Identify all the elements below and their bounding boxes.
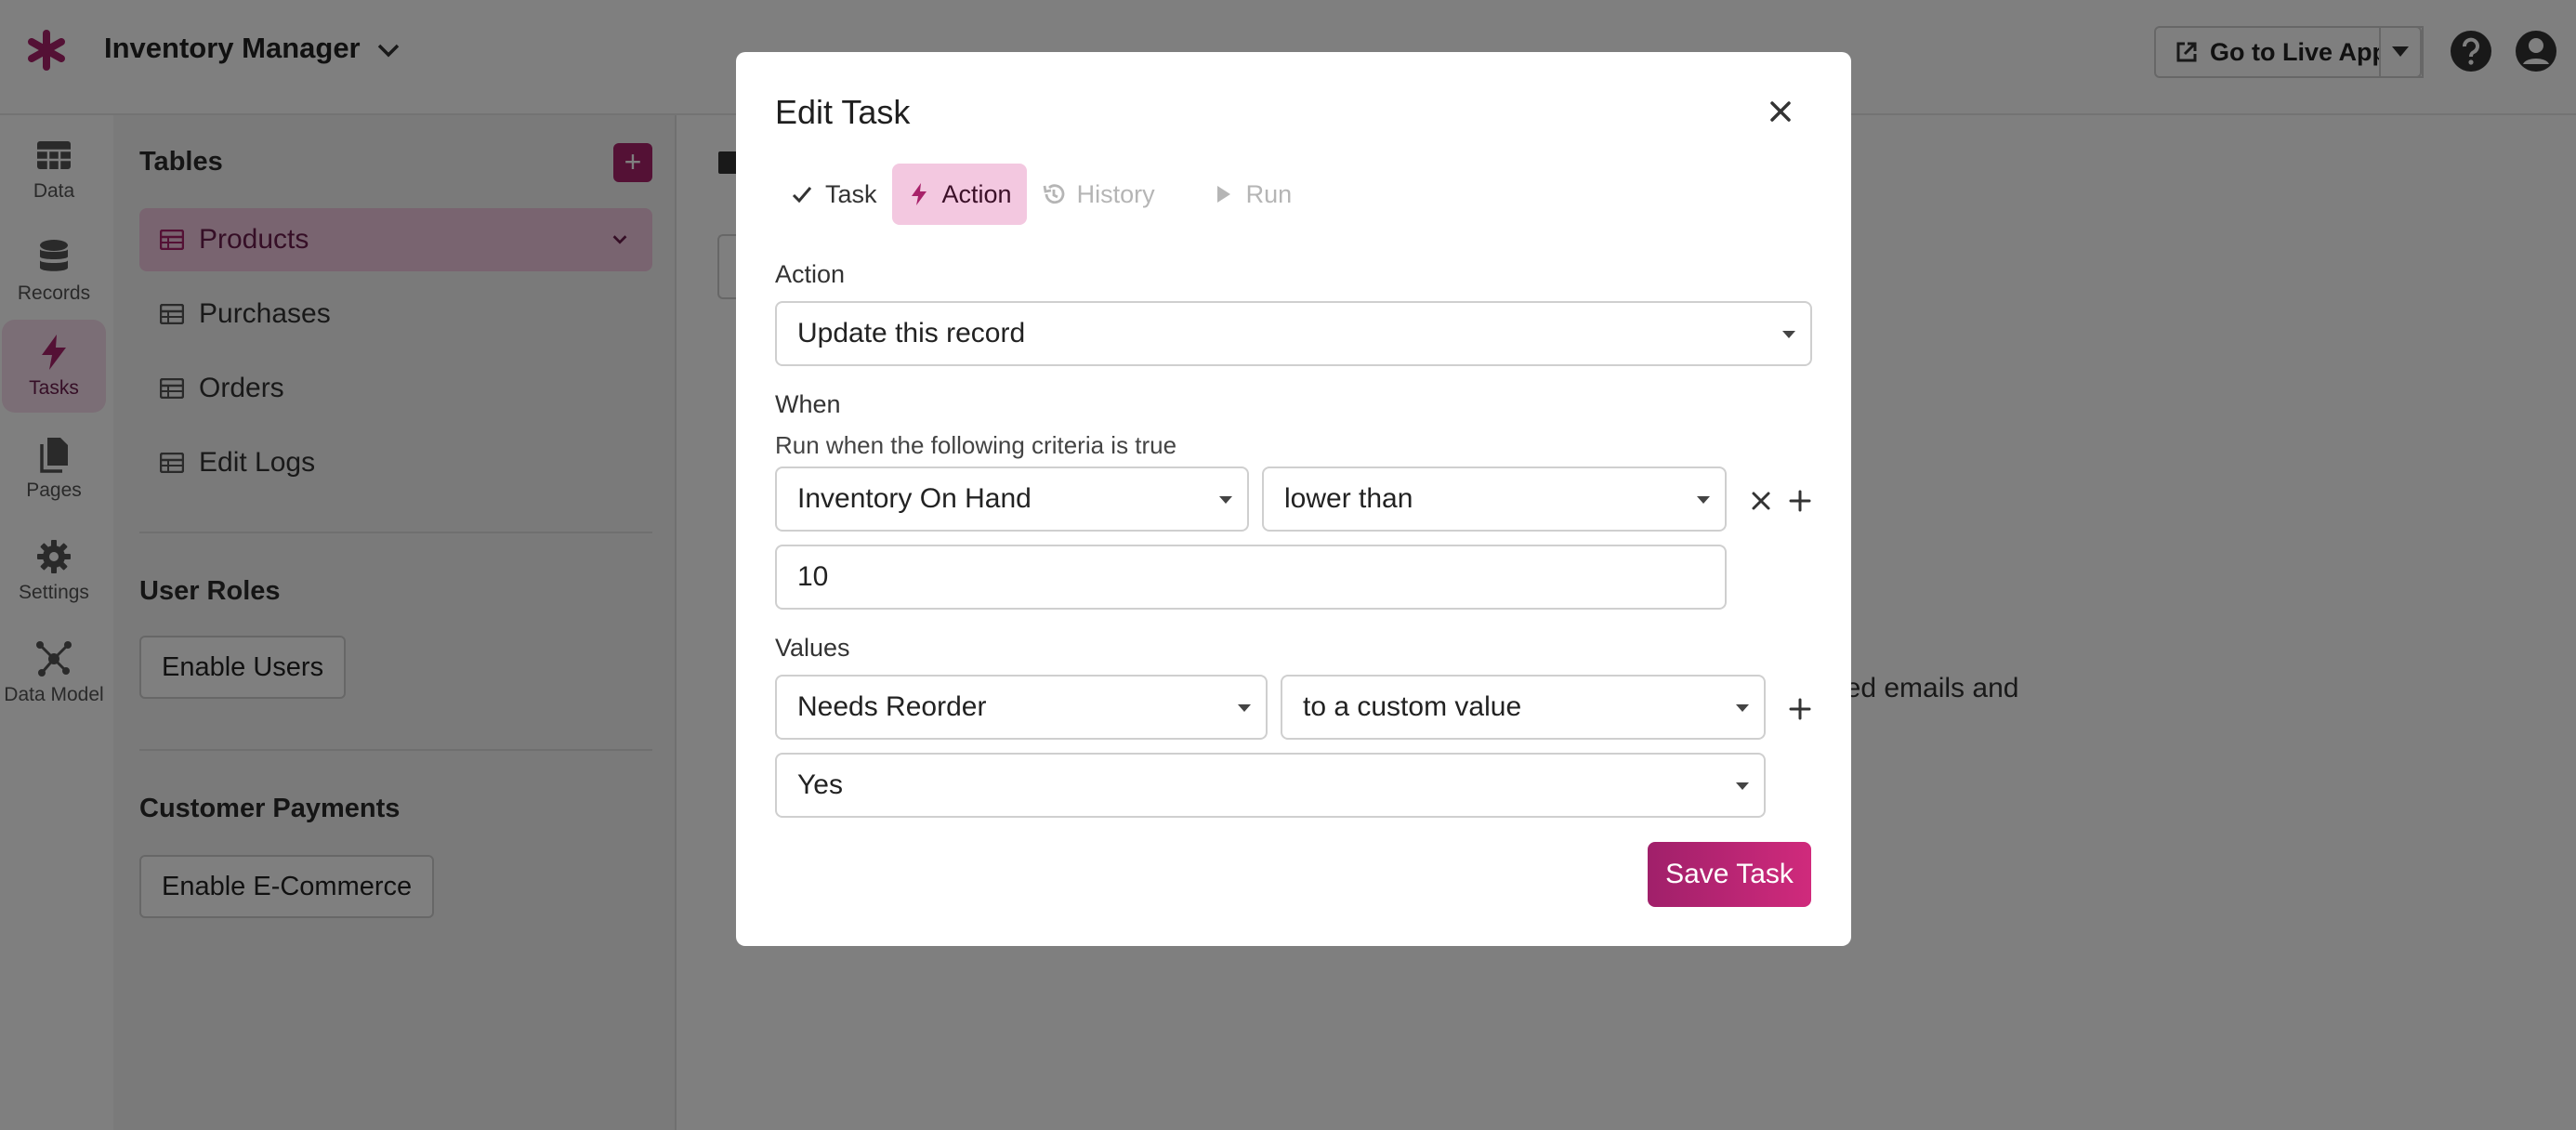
caret-down-icon [1782,331,1795,338]
tab-action[interactable]: Action [891,164,1027,225]
values-mode-value: to a custom value [1303,691,1522,722]
save-task-button[interactable]: Save Task [1648,842,1811,907]
tab-label: Run [1245,179,1293,208]
modal-title: Edit Task [775,93,911,131]
tab-label: Action [941,179,1012,208]
custom-value-text: Yes [797,769,843,800]
caret-down-icon [1697,496,1710,504]
criteria-field-value: Inventory On Hand [797,483,1032,514]
add-criteria-icon[interactable] [1786,487,1814,515]
action-label: Action [775,260,846,288]
tab-task[interactable]: Task [775,164,892,225]
modal-tabs: Task Action History Run [775,164,1307,225]
values-field-value: Needs Reorder [797,691,987,722]
close-icon[interactable] [1764,95,1797,128]
caret-down-icon [1238,704,1251,712]
custom-value-select[interactable]: Yes [775,753,1766,818]
action-select-value: Update this record [797,318,1026,348]
criteria-operator-select[interactable]: lower than [1262,466,1727,532]
criteria-field-select[interactable]: Inventory On Hand [775,466,1249,532]
values-field-select[interactable]: Needs Reorder [775,675,1268,740]
tab-run[interactable]: Run [1196,164,1308,225]
tab-label: Task [825,179,877,208]
bolt-icon [911,183,927,205]
caret-down-icon [1736,782,1749,790]
values-label: Values [775,634,850,662]
play-icon [1216,186,1230,203]
action-select[interactable]: Update this record [775,301,1812,366]
when-label: When [775,390,841,418]
when-description: Run when the following criteria is true [775,431,1177,459]
caret-down-icon [1219,496,1232,504]
add-value-icon[interactable] [1786,695,1814,723]
check-icon [792,187,812,204]
remove-criteria-icon[interactable] [1747,487,1775,515]
criteria-value-text: 10 [797,561,829,592]
history-icon [1043,184,1064,204]
criteria-operator-value: lower than [1284,483,1413,514]
tab-history[interactable]: History [1027,164,1170,225]
criteria-value-input[interactable]: 10 [775,545,1727,610]
caret-down-icon [1736,704,1749,712]
values-mode-select[interactable]: to a custom value [1281,675,1766,740]
tab-label: History [1076,179,1155,208]
edit-task-modal: Edit Task Task Action History Run Action… [736,52,1851,946]
